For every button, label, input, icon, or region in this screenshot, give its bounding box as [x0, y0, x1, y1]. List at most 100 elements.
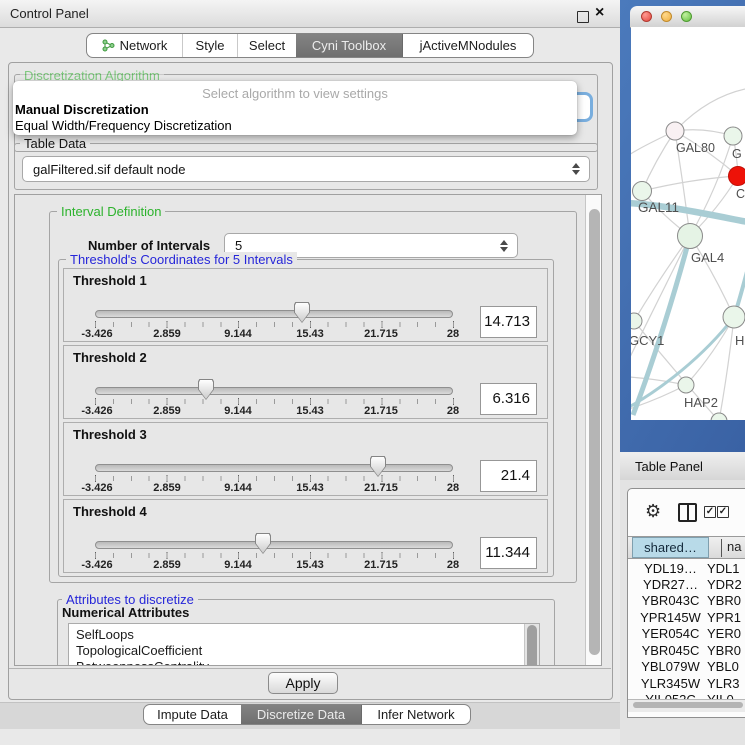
- node-label-gal80: GAL80: [676, 141, 715, 155]
- table-hscrollbar-thumb[interactable]: [633, 702, 743, 708]
- threshold-4-panel: Threshold 4 -3.426 2.859 9.144 15.43 21.…: [63, 499, 548, 573]
- threshold-3-slider-thumb[interactable]: [370, 456, 386, 477]
- node-red-selected[interactable]: [729, 167, 745, 186]
- interval-definition-groupbox: Interval Definition Number of Intervals …: [49, 211, 577, 583]
- list-scrollbar-thumb[interactable]: [527, 625, 537, 666]
- threshold-4-slider[interactable]: [95, 541, 453, 549]
- column-divider[interactable]: [721, 539, 722, 557]
- algorithm-option-manual[interactable]: Manual Discretization: [15, 102, 149, 117]
- table-window: ⚙ ✓ ✓ shared… na YDL19…YDL1 YDR27…YDR2 Y…: [627, 488, 745, 718]
- checkbox-checked-icon[interactable]: ✓: [717, 506, 729, 518]
- attributes-groupbox: Attributes to discretize Numerical Attri…: [57, 599, 555, 666]
- network-icon: [102, 39, 115, 52]
- table-row[interactable]: YBR045CYBR0: [628, 643, 745, 659]
- network-graph: [631, 27, 745, 420]
- float-window-icon[interactable]: [577, 11, 589, 23]
- split-columns-icon[interactable]: [678, 503, 697, 522]
- tab-network[interactable]: Network: [87, 34, 182, 57]
- threshold-1-label: Threshold 1: [73, 273, 147, 288]
- minimize-traffic-light-icon[interactable]: [661, 11, 672, 22]
- node-h[interactable]: [723, 306, 745, 328]
- threshold-1-slider-thumb[interactable]: [294, 302, 310, 323]
- settings-scrollbar[interactable]: [585, 195, 602, 666]
- list-item[interactable]: TopologicalCoefficient: [76, 643, 202, 658]
- network-window-titlebar[interactable]: [630, 6, 745, 28]
- threshold-2-panel: Threshold 2 -3.426 2.859 9.144 15.43 21.…: [63, 345, 548, 419]
- table-row[interactable]: YPR145WYPR1: [628, 610, 745, 626]
- threshold-3-value-field[interactable]: 21.4: [480, 460, 537, 492]
- tab-infer-network[interactable]: Infer Network: [361, 705, 470, 724]
- threshold-2-slider[interactable]: [95, 387, 453, 395]
- threshold-1-slider[interactable]: [95, 310, 453, 318]
- list-item[interactable]: SelfLoops: [76, 627, 134, 642]
- threshold-2-value-field[interactable]: 6.316: [480, 383, 537, 415]
- settings-scrollbar-thumb[interactable]: [589, 209, 600, 655]
- threshold-1-value-field[interactable]: 14.713: [480, 306, 537, 338]
- table-hscrollbar[interactable]: [628, 699, 745, 712]
- list-item[interactable]: BetweennessCentrality: [76, 659, 209, 666]
- node-gal11[interactable]: [633, 182, 652, 201]
- table-row[interactable]: YDL19…YDL1: [628, 561, 745, 577]
- table-data-combobox[interactable]: galFiltered.sif default node: [22, 156, 590, 182]
- tab-cyni-toolbox[interactable]: Cyni Toolbox: [296, 34, 402, 57]
- tab-discretize-data[interactable]: Discretize Data: [241, 705, 361, 724]
- control-panel-tabs: Network Style Select Cyni Toolbox jActiv…: [86, 33, 534, 58]
- threshold-4-value-field[interactable]: 11.344: [480, 537, 537, 569]
- table-panel-title: Table Panel: [635, 459, 703, 474]
- panel-title: Control Panel: [10, 6, 89, 21]
- table-header-row: shared… na: [628, 536, 745, 559]
- slider-minor-ticks: [95, 399, 454, 404]
- table-row[interactable]: YBR043CYBR0: [628, 593, 745, 609]
- tab-jactivemnodules[interactable]: jActiveMNodules: [402, 34, 533, 57]
- node-label-hap2: HAP2: [684, 395, 718, 410]
- slider-minor-ticks: [95, 476, 454, 481]
- close-traffic-light-icon[interactable]: [641, 11, 652, 22]
- algorithm-option-equal-width[interactable]: Equal Width/Frequency Discretization: [15, 118, 232, 133]
- tab-style[interactable]: Style: [182, 34, 237, 57]
- divider: [9, 668, 611, 669]
- tab-select[interactable]: Select: [237, 34, 296, 57]
- threshold-4-slider-thumb[interactable]: [255, 533, 271, 554]
- numerical-attributes-list[interactable]: SelfLoops TopologicalCoefficient Between…: [68, 623, 540, 666]
- node-hap2[interactable]: [678, 377, 694, 393]
- column-header-name[interactable]: na: [727, 539, 741, 554]
- node-label-gal4: GAL4: [691, 250, 724, 265]
- threshold-3-slider[interactable]: [95, 464, 453, 472]
- column-header-shared-name[interactable]: shared…: [632, 537, 709, 558]
- algorithm-prompt: Select algorithm to view settings: [13, 86, 577, 101]
- threshold-2-slider-thumb[interactable]: [198, 379, 214, 400]
- node-gal4[interactable]: [678, 224, 703, 249]
- threshold-4-label: Threshold 4: [73, 504, 147, 519]
- thresholds-groupbox: Threshold's Coordinates for 5 Intervals …: [58, 259, 554, 577]
- table-data-value: galFiltered.sif default node: [33, 162, 185, 177]
- apply-button[interactable]: Apply: [268, 672, 338, 694]
- node-label-gal11: GAL11: [638, 200, 679, 215]
- table-row[interactable]: YLR345WYLR3: [628, 676, 745, 692]
- node-label-c: C: [736, 187, 745, 201]
- node-gcy1[interactable]: [631, 313, 642, 329]
- table-data-group-title: Table Data: [20, 136, 90, 151]
- network-canvas[interactable]: GAL80 G C GAL11 GAL4 GCY1 H HAP2: [631, 27, 745, 420]
- stepper-arrows-icon: [500, 240, 508, 252]
- stepper-arrows-icon: [572, 163, 580, 175]
- table-row[interactable]: YBL079WYBL0: [628, 659, 745, 675]
- node-g[interactable]: [724, 127, 742, 145]
- threshold-1-panel: Threshold 1 -3.426 2.859 9.144 15.43 21.…: [63, 268, 548, 342]
- zoom-traffic-light-icon[interactable]: [681, 11, 692, 22]
- threshold-3-label: Threshold 3: [73, 427, 147, 442]
- interval-group-title: Interval Definition: [57, 204, 165, 219]
- thresholds-group-title: Threshold's Coordinates for 5 Intervals: [66, 252, 297, 267]
- table-row[interactable]: YER054CYER0: [628, 626, 745, 642]
- node-label-h: H: [735, 333, 744, 348]
- table-panel-titlebar: Table Panel: [620, 452, 745, 481]
- table-row[interactable]: YDR27…YDR2: [628, 577, 745, 593]
- checkbox-checked-icon[interactable]: ✓: [704, 506, 716, 518]
- slider-minor-ticks: [95, 322, 454, 327]
- algorithm-dropdown-popup: Select algorithm to view settings Manual…: [13, 81, 577, 135]
- gear-icon[interactable]: ⚙: [645, 502, 661, 520]
- list-scrollbar[interactable]: [524, 624, 539, 666]
- close-icon[interactable]: ×: [595, 4, 604, 22]
- tab-impute-data[interactable]: Impute Data: [144, 705, 241, 724]
- node-label-gcy1: GCY1: [631, 333, 664, 348]
- node-gal80[interactable]: [666, 122, 684, 140]
